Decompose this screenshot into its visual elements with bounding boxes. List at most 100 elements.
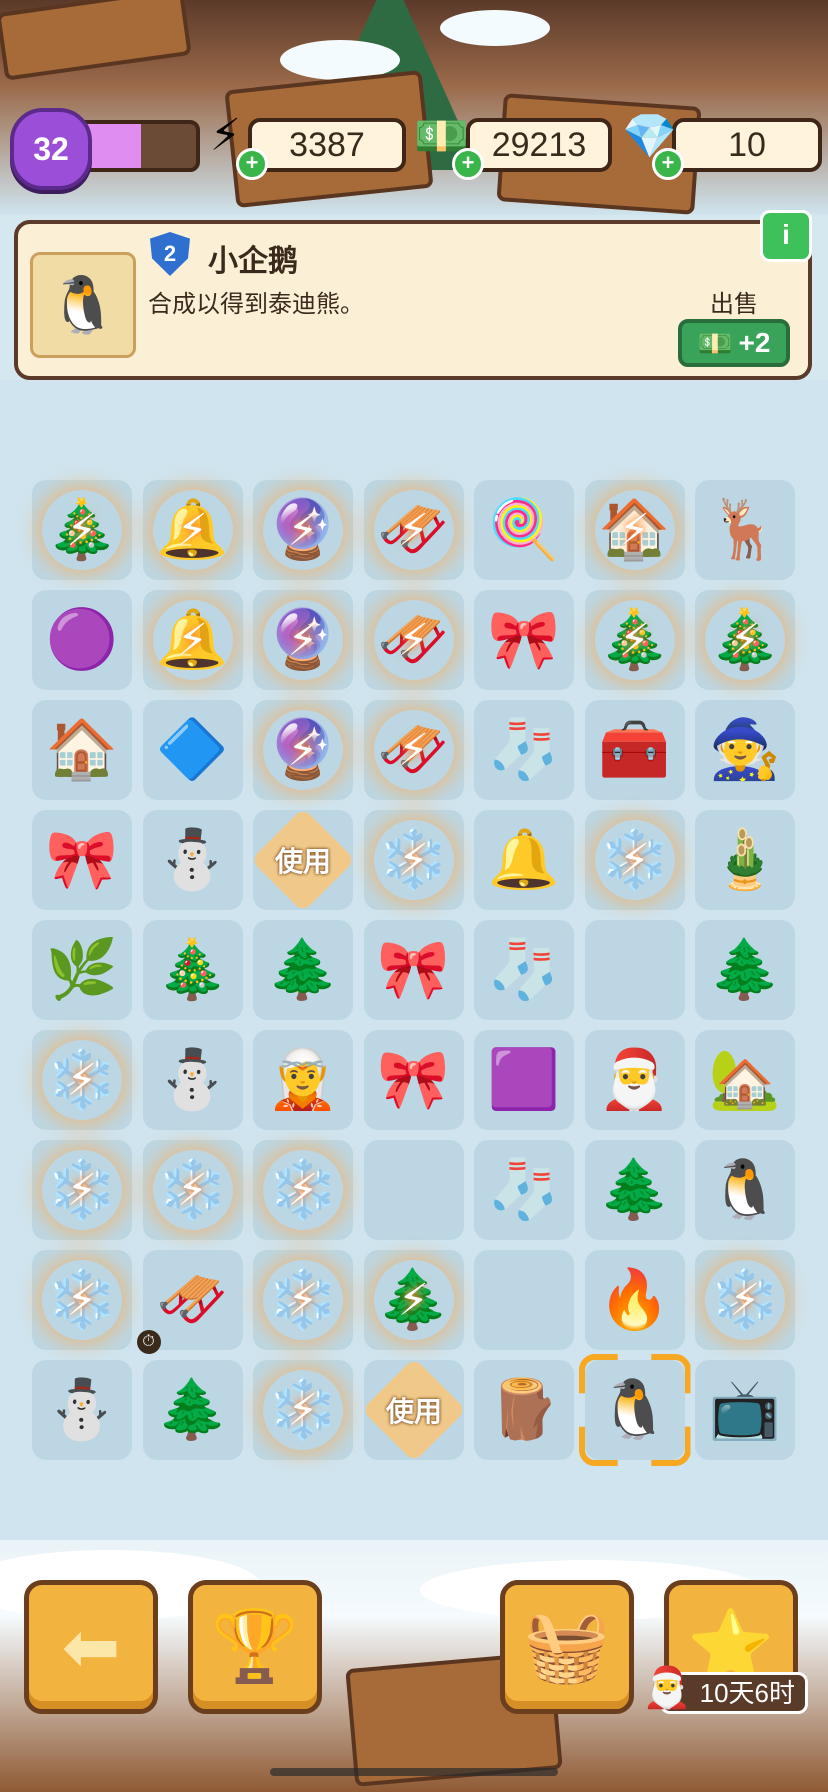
merge-item-icon: 🎅 [598, 1047, 671, 1112]
board-cell[interactable]: ❄️ ⚡ [253, 1250, 353, 1350]
board-cell[interactable]: 🌲 [695, 920, 795, 1020]
board-cell[interactable]: 🎍 [695, 810, 795, 910]
board-cell[interactable]: 🏠 [32, 700, 132, 800]
board-cell[interactable]: 🟪 [474, 1030, 574, 1130]
home-indicator [270, 1768, 558, 1776]
board-cell[interactable]: 🎄 ⚡ [32, 480, 132, 580]
use-item-tag[interactable]: 使用 [361, 1357, 466, 1463]
merge-item-icon: 🔮 [266, 607, 340, 672]
santa-hat-icon: 🎅 [642, 1666, 692, 1710]
board-cell[interactable]: 🌿 [32, 920, 132, 1020]
board-cell[interactable]: 🎀 [32, 810, 132, 910]
board-cell[interactable]: 🎀 [363, 920, 464, 1020]
board-cell[interactable] [584, 920, 685, 1020]
board-cell[interactable]: 🎄 [142, 920, 243, 1020]
energy-bolt-icon: ⚡ [177, 505, 208, 555]
merge-item-icon: 🎀 [487, 607, 561, 672]
board-cell[interactable]: 🧦 [474, 700, 574, 800]
merge-item-icon: ⛄ [45, 1377, 119, 1442]
board-cell[interactable]: 🔮 ⚡ [253, 480, 353, 580]
info-button[interactable]: i [760, 210, 812, 262]
merge-item-icon: 🪵 [487, 1377, 561, 1442]
merge-item-icon: 🔮 [266, 717, 340, 782]
board-cell[interactable]: ⛄ [142, 810, 243, 910]
board-cell[interactable]: 🧦 [474, 920, 574, 1020]
board-cell[interactable]: 🧙 [695, 700, 795, 800]
merge-item-icon: 📺 [708, 1377, 782, 1442]
board-cell[interactable]: ❄️ ⚡ [32, 1140, 132, 1240]
merge-item-icon: 🔥 [598, 1267, 671, 1332]
board-cell[interactable]: 🎅 [584, 1030, 685, 1130]
shop-basket-button[interactable]: 🧺 [500, 1580, 634, 1714]
board-cell[interactable]: 🎀 [363, 1030, 464, 1130]
board-cell[interactable]: 🔮 ⚡ [253, 700, 353, 800]
board-cell[interactable]: ⛄ [142, 1030, 243, 1130]
merge-item-icon: ❄️ [266, 1157, 340, 1222]
merge-item-icon: 🎀 [45, 827, 119, 892]
board-cell[interactable]: 🎀 [474, 590, 574, 690]
selection-frame [578, 1354, 691, 1466]
add-energy-icon[interactable]: + [236, 148, 268, 180]
board-cell[interactable]: 🔮 ⚡ [253, 590, 353, 690]
merge-item-icon: 🛷 [377, 607, 450, 672]
leaderboard-button[interactable]: 🏆 [188, 1580, 322, 1714]
board-cell[interactable]: 🎄 ⚡ [584, 590, 685, 690]
board-cell[interactable]: 🛷 ⚡ [363, 590, 464, 690]
board-cell[interactable]: 🏠 ⚡ [584, 480, 685, 580]
merge-item-icon: 🦌 [708, 497, 782, 562]
use-item-tag[interactable]: 使用 [250, 807, 356, 913]
board-cell[interactable]: 使用 [250, 807, 356, 913]
board-cell[interactable]: 🌲 [584, 1140, 685, 1240]
board-cell[interactable]: 🔔 ⚡ [142, 590, 243, 690]
energy-bolt-icon: ⚡ [66, 1055, 98, 1105]
energy-bolt-icon: ⚡ [287, 1165, 319, 1215]
board-cell[interactable]: ❄️ ⚡ [363, 810, 464, 910]
board-cell[interactable]: 🧰 [584, 700, 685, 800]
add-cash-icon[interactable]: + [452, 148, 484, 180]
board-cell[interactable]: ⛄ [32, 1360, 132, 1460]
board-cell[interactable]: 🪵 [474, 1360, 574, 1460]
board-cell[interactable]: ❄️ ⚡ [32, 1250, 132, 1350]
board-cell[interactable]: 🦌 [695, 480, 795, 580]
board-cell[interactable]: ❄️ ⚡ [695, 1250, 795, 1350]
board-cell[interactable]: 🐧 [695, 1140, 795, 1240]
board-cell[interactable]: 🔷 [142, 700, 243, 800]
board-cell[interactable]: 🌲 [253, 920, 353, 1020]
back-button[interactable]: ⬅ [24, 1580, 158, 1714]
board-cell[interactable]: ❄️ ⚡ [584, 810, 685, 910]
board-cell[interactable] [363, 1140, 464, 1240]
board-cell[interactable]: 🧦 [474, 1140, 574, 1240]
board-cell[interactable]: 🎄 ⚡ [695, 590, 795, 690]
board-cell[interactable]: 🛷 ⚡ [363, 700, 464, 800]
board-cell[interactable]: 🍭 [474, 480, 574, 580]
board-cell[interactable]: 🛷 ⏱ [136, 1250, 243, 1354]
board-cell[interactable]: 🐧 [578, 1354, 691, 1466]
board-cell[interactable]: 使用 [361, 1357, 466, 1463]
board-cell[interactable]: 🌲 ⚡ [363, 1250, 464, 1350]
item-thumbnail: 🐧 [30, 252, 136, 358]
board-cell[interactable]: ❄️ ⚡ [253, 1140, 353, 1240]
board-cell[interactable]: 🔔 [474, 810, 574, 910]
board-cell[interactable]: 🧝 [253, 1030, 353, 1130]
player-level-badge[interactable]: 32 [10, 108, 92, 190]
energy-bolt-icon: ⚡ [398, 1275, 429, 1325]
sell-button[interactable]: 💵 +2 [678, 319, 790, 367]
merge-item-icon: 🎀 [377, 1047, 450, 1112]
board-cell[interactable]: 🟣 [32, 590, 132, 690]
board-cell[interactable] [474, 1250, 574, 1350]
board-cell[interactable]: 🔥 [584, 1250, 685, 1350]
merge-item-icon: 🟪 [487, 1047, 561, 1112]
board-cell[interactable]: 🏡 [695, 1030, 795, 1130]
board-cell[interactable]: 🛷 ⚡ [363, 480, 464, 580]
merge-item-icon: ❄️ [266, 1377, 340, 1442]
board-cell[interactable]: 📺 [695, 1360, 795, 1460]
add-gems-icon[interactable]: + [652, 148, 684, 180]
board-cell[interactable]: 🔔 ⚡ [142, 480, 243, 580]
board-cell[interactable]: 🌲 [142, 1360, 243, 1460]
board-cell[interactable]: ❄️ ⚡ [32, 1030, 132, 1130]
board-cell[interactable]: ❄️ ⚡ [253, 1360, 353, 1460]
energy-bolt-icon: ⚡ [398, 505, 429, 555]
resource-hud: 32 ⚡ + 3387 💵 + 29213 💎 + 10 [0, 108, 828, 190]
board-cell[interactable]: ❄️ ⚡ [142, 1140, 243, 1240]
merge-item-icon: 🌲 [708, 937, 782, 1002]
